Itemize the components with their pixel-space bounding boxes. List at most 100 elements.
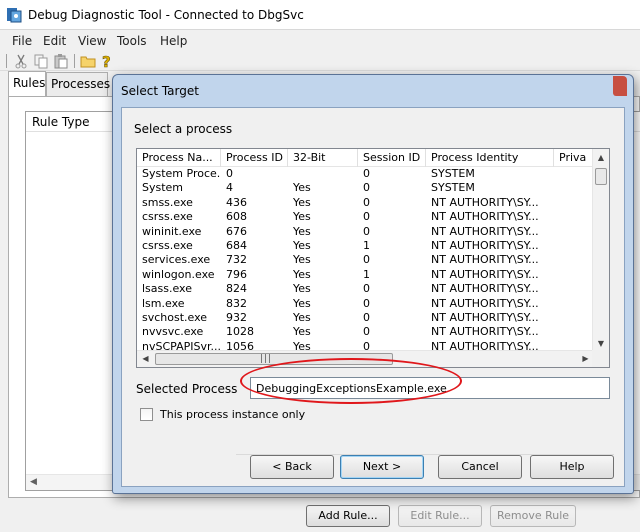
process-row[interactable]: System Proce... 0 0 SYSTEM bbox=[137, 167, 594, 182]
process-row[interactable]: lsass.exe 824 Yes 0 NT AUTHORITY\SY... bbox=[137, 282, 594, 297]
open-folder-icon[interactable] bbox=[80, 53, 96, 69]
column-header-process-id[interactable]: Process ID bbox=[221, 149, 288, 167]
process-row[interactable]: svchost.exe 932 Yes 0 NT AUTHORITY\SY... bbox=[137, 311, 594, 326]
svg-text:?: ? bbox=[102, 53, 111, 69]
close-icon[interactable] bbox=[613, 76, 627, 96]
copy-icon[interactable] bbox=[33, 53, 49, 69]
process-row[interactable]: services.exe 732 Yes 0 NT AUTHORITY\SY... bbox=[137, 253, 594, 268]
instance-only-label[interactable]: This process instance only bbox=[160, 408, 305, 421]
cell-process-identity: NT AUTHORITY\SY... bbox=[431, 282, 539, 296]
cell-process-id: 932 bbox=[226, 311, 247, 324]
process-rows: System Proce... 0 0 SYSTEM System 4 Yes 0 SYSTEM… bbox=[137, 167, 594, 353]
next-button[interactable]: Next > bbox=[340, 455, 424, 479]
cell-session-id: 0 bbox=[363, 296, 370, 310]
scroll-grip-icon: ||| bbox=[260, 354, 273, 364]
cell-session-id: 0 bbox=[363, 210, 370, 224]
toolbar-separator bbox=[74, 54, 75, 68]
cell-process-name: System bbox=[142, 181, 184, 195]
cell-32-bit: Yes bbox=[293, 210, 311, 224]
horizontal-scroll-thumb[interactable]: ||| bbox=[155, 353, 393, 365]
cell-process-id: 732 bbox=[226, 253, 247, 267]
process-row[interactable]: csrss.exe 608 Yes 0 NT AUTHORITY\SY... bbox=[137, 210, 594, 225]
help-button[interactable]: Help bbox=[530, 455, 614, 479]
cell-process-name: lsass.exe bbox=[142, 282, 192, 296]
cell-session-id: 0 bbox=[363, 167, 370, 180]
cell-process-name: smss.exe bbox=[142, 195, 193, 209]
cell-32-bit: Yes bbox=[293, 181, 311, 195]
cell-process-identity: NT AUTHORITY\SY... bbox=[431, 296, 539, 310]
vertical-scroll-thumb[interactable] bbox=[595, 168, 607, 185]
cell-32-bit: Yes bbox=[293, 282, 311, 296]
cell-process-name: services.exe bbox=[142, 253, 211, 267]
process-list-horizontal-scrollbar[interactable]: ◀ ||| ▶ bbox=[137, 350, 594, 367]
cancel-button[interactable]: Cancel bbox=[438, 455, 522, 479]
process-row[interactable]: lsm.exe 832 Yes 0 NT AUTHORITY\SY... bbox=[137, 297, 594, 312]
cell-process-id: 796 bbox=[226, 267, 247, 281]
menu-tools[interactable]: Tools bbox=[117, 34, 147, 48]
paste-icon[interactable] bbox=[53, 53, 69, 69]
next-button-label: Next > bbox=[362, 460, 402, 473]
cell-32-bit: Yes bbox=[293, 325, 311, 339]
column-header-private[interactable]: Priva bbox=[554, 149, 597, 167]
tab-rules[interactable]: Rules bbox=[8, 71, 46, 96]
cut-icon[interactable] bbox=[13, 53, 29, 69]
cell-session-id: 0 bbox=[363, 253, 370, 267]
cell-session-id: 0 bbox=[363, 311, 370, 324]
cell-process-id: 0 bbox=[226, 167, 233, 180]
scroll-up-arrow-icon[interactable]: ▲ bbox=[593, 149, 609, 166]
window-title: Debug Diagnostic Tool - Connected to Dbg… bbox=[28, 8, 304, 22]
cell-session-id: 0 bbox=[363, 325, 370, 339]
cell-process-identity: NT AUTHORITY\SY... bbox=[431, 210, 539, 224]
cell-session-id: 0 bbox=[363, 181, 370, 195]
process-row[interactable]: wininit.exe 676 Yes 0 NT AUTHORITY\SY... bbox=[137, 225, 594, 240]
menu-view[interactable]: View bbox=[78, 34, 106, 48]
column-header-session-id[interactable]: Session ID bbox=[358, 149, 426, 167]
column-header-32-bit[interactable]: 32-Bit bbox=[288, 149, 358, 167]
cell-process-identity: SYSTEM bbox=[431, 181, 475, 195]
menu-edit[interactable]: Edit bbox=[43, 34, 66, 48]
instance-only-checkbox[interactable] bbox=[140, 408, 153, 421]
process-row[interactable]: winlogon.exe 796 Yes 1 NT AUTHORITY\SY... bbox=[137, 268, 594, 283]
back-button[interactable]: < Back bbox=[250, 455, 334, 479]
process-list-vertical-scrollbar[interactable]: ▲ ▼ bbox=[592, 149, 609, 352]
selected-process-input[interactable] bbox=[250, 377, 610, 399]
help-button-label: Help bbox=[559, 460, 585, 473]
toolbar-separator bbox=[6, 54, 7, 68]
process-row[interactable]: System 4 Yes 0 SYSTEM bbox=[137, 181, 594, 196]
process-list-header: Process Na... Process ID 32-Bit Session … bbox=[137, 149, 597, 167]
column-header-process-name[interactable]: Process Na... bbox=[137, 149, 221, 167]
toolbar: ? bbox=[0, 51, 640, 71]
process-row[interactable]: nvvsvc.exe 1028 Yes 0 NT AUTHORITY\SY... bbox=[137, 325, 594, 340]
edit-rule-button[interactable]: Edit Rule... bbox=[398, 505, 482, 527]
cell-process-identity: NT AUTHORITY\SY... bbox=[431, 267, 539, 281]
remove-rule-button[interactable]: Remove Rule bbox=[490, 505, 576, 527]
selected-process-label: Selected Process bbox=[136, 382, 238, 396]
process-row[interactable]: csrss.exe 684 Yes 1 NT AUTHORITY\SY... bbox=[137, 239, 594, 254]
process-row[interactable]: smss.exe 436 Yes 0 NT AUTHORITY\SY... bbox=[137, 196, 594, 211]
cell-session-id: 0 bbox=[363, 224, 370, 238]
cell-process-identity: NT AUTHORITY\SY... bbox=[431, 239, 539, 252]
cell-session-id: 0 bbox=[363, 195, 370, 209]
cell-process-identity: NT AUTHORITY\SY... bbox=[431, 311, 539, 324]
cell-process-name: winlogon.exe bbox=[142, 267, 215, 281]
cell-32-bit: Yes bbox=[293, 253, 311, 267]
help-icon[interactable]: ? bbox=[98, 53, 114, 69]
cell-32-bit: Yes bbox=[293, 267, 311, 281]
cell-process-id: 832 bbox=[226, 296, 247, 310]
scroll-left-arrow-icon[interactable]: ◀ bbox=[30, 477, 37, 487]
rule-type-column-header[interactable]: Rule Type bbox=[32, 115, 90, 129]
scroll-left-arrow-icon[interactable]: ◀ bbox=[137, 351, 154, 367]
select-process-label: Select a process bbox=[134, 122, 233, 136]
tab-rules-label: Rules bbox=[13, 76, 46, 90]
cell-process-id: 436 bbox=[226, 195, 247, 209]
menu-file[interactable]: File bbox=[12, 34, 32, 48]
cell-process-identity: SYSTEM bbox=[431, 167, 475, 180]
cell-process-id: 684 bbox=[226, 239, 247, 252]
tab-processes[interactable]: Processes bbox=[46, 72, 110, 96]
dialog-title: Select Target bbox=[121, 84, 199, 98]
column-header-process-identity[interactable]: Process Identity bbox=[426, 149, 554, 167]
process-list[interactable]: Process Na... Process ID 32-Bit Session … bbox=[136, 148, 610, 368]
add-rule-button[interactable]: Add Rule... bbox=[306, 505, 390, 527]
dialog-title-bar[interactable]: Select Target bbox=[113, 75, 633, 107]
menu-help[interactable]: Help bbox=[160, 34, 187, 48]
